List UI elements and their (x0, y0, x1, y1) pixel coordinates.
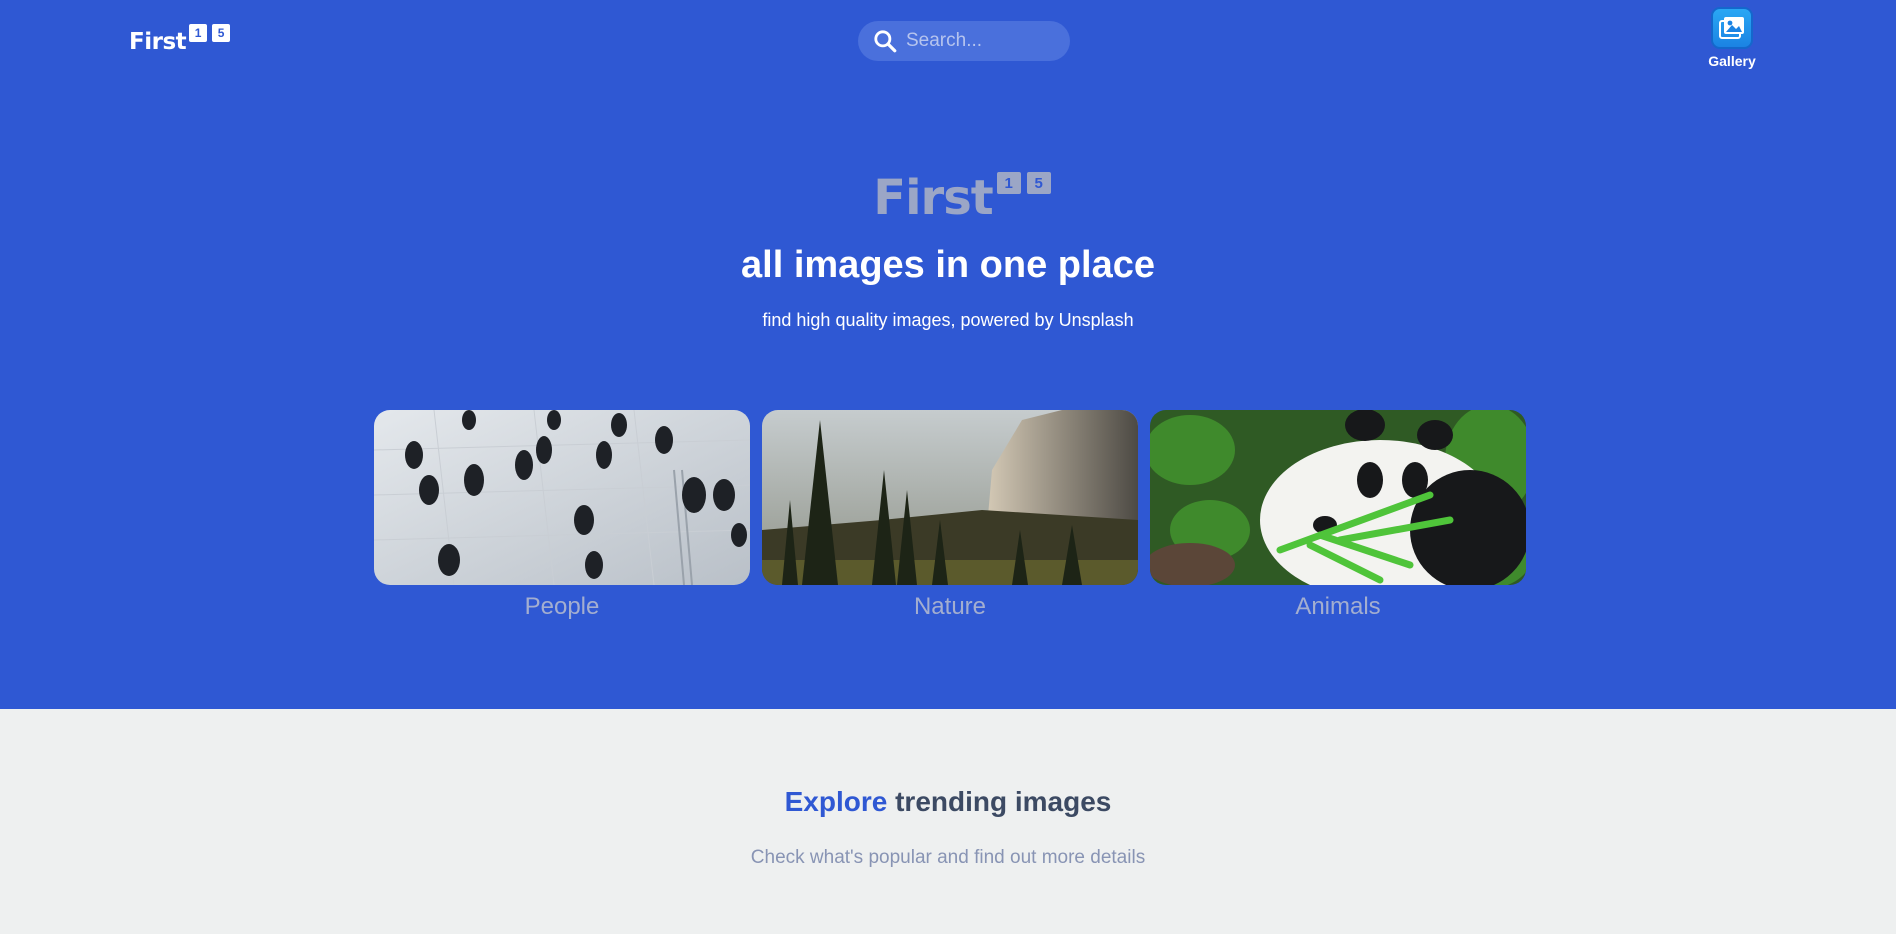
hero-subtitle: find high quality images, powered by Uns… (762, 310, 1134, 330)
hero-badge-1: 1 (996, 172, 1021, 194)
category-card-nature[interactable]: Nature (762, 410, 1138, 621)
site-logo[interactable]: First 1 5 (129, 24, 231, 58)
hero-badge-2: 5 (1026, 172, 1051, 194)
category-label-nature[interactable]: Nature (762, 593, 1138, 621)
hero-logo: First 1 5 (845, 168, 1051, 228)
explore-heading-rest: trending images (887, 786, 1112, 817)
hero-logo-text: First (873, 170, 993, 226)
category-cards: People Nature Animals (374, 410, 1526, 621)
search-input[interactable] (906, 30, 1056, 52)
category-card-people[interactable]: People (374, 410, 750, 621)
gallery-button[interactable]: Gallery (1702, 7, 1762, 69)
category-label-animals[interactable]: Animals (1150, 593, 1526, 621)
logo-badge-1: 1 (189, 24, 208, 42)
people-image[interactable] (374, 410, 750, 585)
category-card-animals[interactable]: Animals (1150, 410, 1526, 621)
category-label-people[interactable]: People (374, 593, 750, 621)
explore-heading: Explore trending images (0, 786, 1896, 818)
gallery-label: Gallery (1708, 53, 1756, 69)
animals-image[interactable] (1150, 410, 1526, 585)
nature-image[interactable] (762, 410, 1138, 585)
logo-badge-2: 5 (212, 24, 231, 42)
explore-accent: Explore (784, 786, 888, 817)
logo-text: First (129, 29, 187, 55)
hero-section: First 1 5 Gallery First 1 5 (0, 0, 1896, 709)
search-icon[interactable] (872, 28, 898, 54)
gallery-icon[interactable] (1711, 7, 1753, 49)
search-bar[interactable] (858, 21, 1070, 61)
explore-subtitle: Check what's popular and find out more d… (750, 847, 1146, 868)
hero-tagline: all images in one place (741, 244, 1155, 286)
